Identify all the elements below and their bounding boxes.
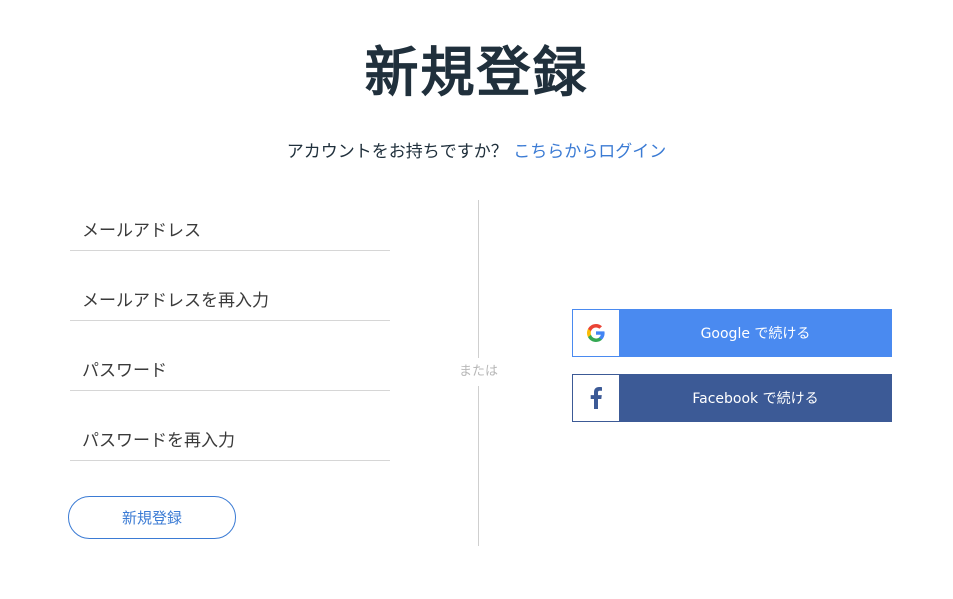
login-prompt-text: アカウントをお持ちですか？ xyxy=(286,142,508,162)
google-continue-button[interactable]: Google で続ける xyxy=(572,309,892,357)
email-confirm-field[interactable] xyxy=(70,281,390,321)
facebook-continue-button[interactable]: Facebook で続ける xyxy=(572,374,892,422)
password-confirm-field[interactable] xyxy=(70,421,390,461)
email-field[interactable] xyxy=(70,211,390,251)
divider-line-bottom xyxy=(478,386,479,546)
divider-line-top xyxy=(478,200,479,358)
divider-label: または xyxy=(458,364,498,379)
page-title: 新規登録 xyxy=(364,41,589,104)
google-button-label: Google で続ける xyxy=(619,309,892,357)
google-icon xyxy=(587,324,605,342)
facebook-button-label: Facebook で続ける xyxy=(619,374,892,422)
facebook-icon xyxy=(590,387,602,409)
facebook-icon-box xyxy=(572,374,619,422)
google-icon-box xyxy=(572,309,619,357)
password-field[interactable] xyxy=(70,351,390,391)
login-link[interactable]: こちらからログイン xyxy=(513,142,666,162)
signup-button[interactable]: 新規登録 xyxy=(68,496,236,539)
login-prompt: アカウントをお持ちですか？ こちらからログイン xyxy=(0,140,953,164)
